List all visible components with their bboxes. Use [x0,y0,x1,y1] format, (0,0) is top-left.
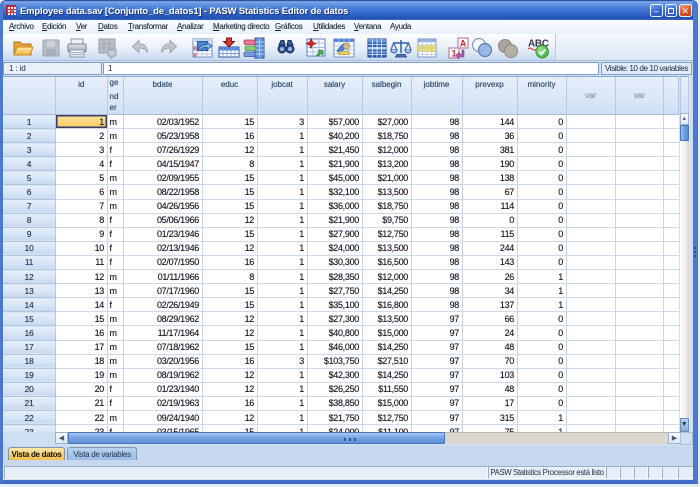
svg-text:A: A [460,39,467,49]
svg-text:1: 1 [451,49,456,59]
